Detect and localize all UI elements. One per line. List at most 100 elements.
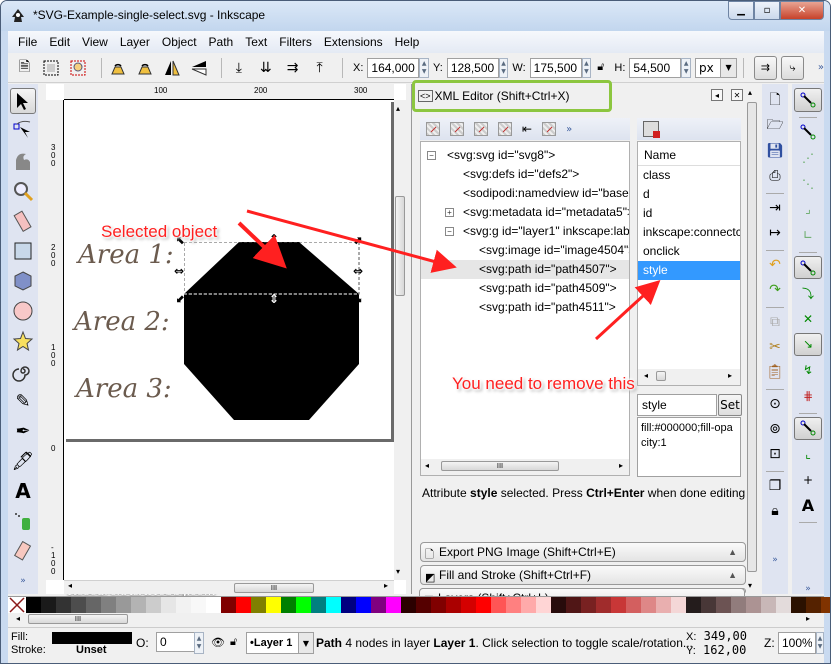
eraser-tool-icon[interactable] (10, 538, 36, 564)
delete-node-icon[interactable] (498, 122, 512, 136)
spiral-tool-icon[interactable] (10, 358, 36, 384)
xml-node[interactable]: − <svg:g id="layer1" inkscape:label (421, 222, 629, 241)
scroll-right-icon[interactable]: ▸ (728, 371, 732, 380)
path-area-3[interactable] (184, 364, 359, 420)
paste-icon[interactable]: 📋︎ (764, 361, 786, 383)
pencil-tool-icon[interactable]: ✎ (10, 388, 36, 414)
scroll-thumb[interactable]: III (234, 583, 314, 593)
fill-indicator[interactable] (52, 632, 132, 644)
attribute-column-header[interactable]: Name (638, 142, 740, 166)
x-spinner[interactable]: ▲ ▼ (419, 57, 430, 78)
attribute-value-input[interactable]: fill:#000000;fill-opacity:1 (637, 417, 741, 477)
more-icon[interactable]: » (772, 555, 778, 565)
color-swatch[interactable] (461, 597, 476, 613)
color-swatch[interactable] (26, 597, 41, 613)
scroll-up-icon[interactable]: ▴ (748, 88, 752, 97)
h-spinner[interactable]: ▲ ▼ (681, 57, 692, 78)
color-swatch[interactable] (536, 597, 551, 613)
zoom-input[interactable] (778, 632, 816, 654)
scroll-right-icon[interactable]: ▸ (384, 581, 388, 590)
raise-icon[interactable]: ⇉ (282, 57, 303, 79)
maximize-button[interactable]: ▫ (754, 1, 780, 20)
color-swatch[interactable] (266, 597, 281, 613)
y-spinner[interactable]: ▲ ▼ (498, 57, 509, 78)
snap-others-icon[interactable] (794, 416, 822, 441)
color-swatch[interactable] (416, 597, 431, 613)
tree-horizontal-scrollbar[interactable]: ◂ III ▸ (421, 459, 629, 475)
color-swatch[interactable] (176, 597, 191, 613)
zoom-tool-icon[interactable] (10, 178, 36, 204)
color-swatch[interactable] (671, 597, 686, 613)
snap-cusp-nodes-icon[interactable]: ↘ (794, 332, 822, 357)
attribute-list[interactable]: Name class d id inkscape:connectc onclic… (637, 141, 741, 386)
xml-node-tree[interactable]: − <svg:svg id="svg8"> <svg:defs id="defs2… (420, 141, 630, 476)
color-swatch[interactable] (821, 597, 830, 613)
color-swatch[interactable] (776, 597, 791, 613)
color-swatch[interactable] (491, 597, 506, 613)
flip-horizontal-icon[interactable] (162, 57, 183, 79)
attribute-item[interactable]: d (638, 185, 740, 204)
zoom-page-icon[interactable]: ⊡ (764, 443, 786, 465)
color-swatch[interactable] (116, 597, 131, 613)
color-swatch[interactable] (251, 597, 266, 613)
color-swatch[interactable] (56, 597, 71, 613)
color-swatch[interactable] (446, 597, 461, 613)
new-document-icon[interactable]: 🗋 (764, 90, 786, 112)
raise-to-top-icon[interactable]: ⤒ (309, 57, 330, 79)
expand-icon[interactable]: ▲ (728, 543, 737, 561)
zoom-selection-icon[interactable]: ⊙ (764, 393, 786, 415)
scale-handle-e[interactable]: ⇔ (353, 264, 363, 278)
zoom-spinner[interactable]: ▲ ▼ (816, 632, 824, 654)
color-swatch[interactable] (791, 597, 806, 613)
snap-midpoints-icon[interactable]: ⋕ (794, 384, 822, 408)
panel-fill-stroke[interactable]: ◩ Fill and Stroke (Shift+Ctrl+F) ▲ (420, 565, 746, 585)
attribute-name-input[interactable] (637, 394, 717, 416)
menu-help[interactable]: Help (389, 35, 426, 49)
color-swatch[interactable] (371, 597, 386, 613)
no-paint-swatch[interactable] (8, 597, 26, 613)
color-swatch[interactable] (326, 597, 341, 613)
menu-file[interactable]: File (12, 35, 43, 49)
attribute-item-selected[interactable]: style (638, 261, 740, 280)
flip-vertical-icon[interactable] (188, 57, 209, 79)
w-input[interactable] (529, 57, 582, 78)
xml-node[interactable]: <svg:path id="path4511"> (421, 298, 629, 317)
snap-paths-icon[interactable]: ⤵ (794, 281, 822, 305)
color-swatch[interactable] (476, 597, 491, 613)
xml-node[interactable]: <svg:defs id="defs2"> (421, 165, 629, 184)
color-swatch[interactable] (761, 597, 776, 613)
color-swatch[interactable] (611, 597, 626, 613)
color-swatch[interactable] (716, 597, 731, 613)
expand-icon[interactable]: ▲ (728, 566, 737, 584)
menu-layer[interactable]: Layer (114, 35, 156, 49)
snap-intersections-icon[interactable]: ✕ (794, 307, 822, 331)
color-swatch[interactable] (596, 597, 611, 613)
color-swatch[interactable] (131, 597, 146, 613)
canvas[interactable]: 100 200 300 300 200 100 0 -100 Area 1: A… (46, 84, 406, 598)
select-all-layers-icon[interactable] (41, 57, 62, 79)
color-swatch[interactable] (356, 597, 371, 613)
measure-tool-icon[interactable] (10, 208, 36, 234)
zoom-drawing-icon[interactable]: ⊚ (764, 418, 786, 440)
xml-node[interactable]: + <svg:metadata id="metadata5"> (421, 203, 629, 222)
scroll-right-icon[interactable]: ▸ (806, 614, 810, 623)
attr-horizontal-scrollbar[interactable]: ◂ ▸ (638, 369, 740, 385)
scale-handle-s[interactable]: ⇕ (269, 292, 279, 306)
duplicate-node-icon[interactable] (474, 122, 488, 136)
spray-tool-icon[interactable] (10, 508, 36, 534)
panel-export-png[interactable]: 🗋 Export PNG Image (Shift+Ctrl+E) ▲ (420, 542, 746, 562)
color-swatch[interactable] (206, 597, 221, 613)
scroll-thumb[interactable] (656, 371, 666, 381)
snap-enable-icon[interactable] (794, 88, 822, 112)
color-swatch[interactable] (146, 597, 161, 613)
snap-smooth-nodes-icon[interactable]: ↯ (794, 358, 822, 382)
snap-bbox-icon[interactable] (794, 121, 822, 145)
scale-handle-se[interactable]: ⬊ (353, 292, 362, 305)
snap-nodes-icon[interactable] (794, 255, 822, 280)
snap-bbox-midpoints-icon[interactable]: ⌟ (794, 198, 822, 222)
color-swatch[interactable] (521, 597, 536, 613)
menu-view[interactable]: View (76, 35, 114, 49)
scale-handle-ne[interactable]: ⬈ (353, 234, 362, 247)
color-swatch[interactable] (221, 597, 236, 613)
close-button[interactable]: ✕ (780, 1, 824, 20)
